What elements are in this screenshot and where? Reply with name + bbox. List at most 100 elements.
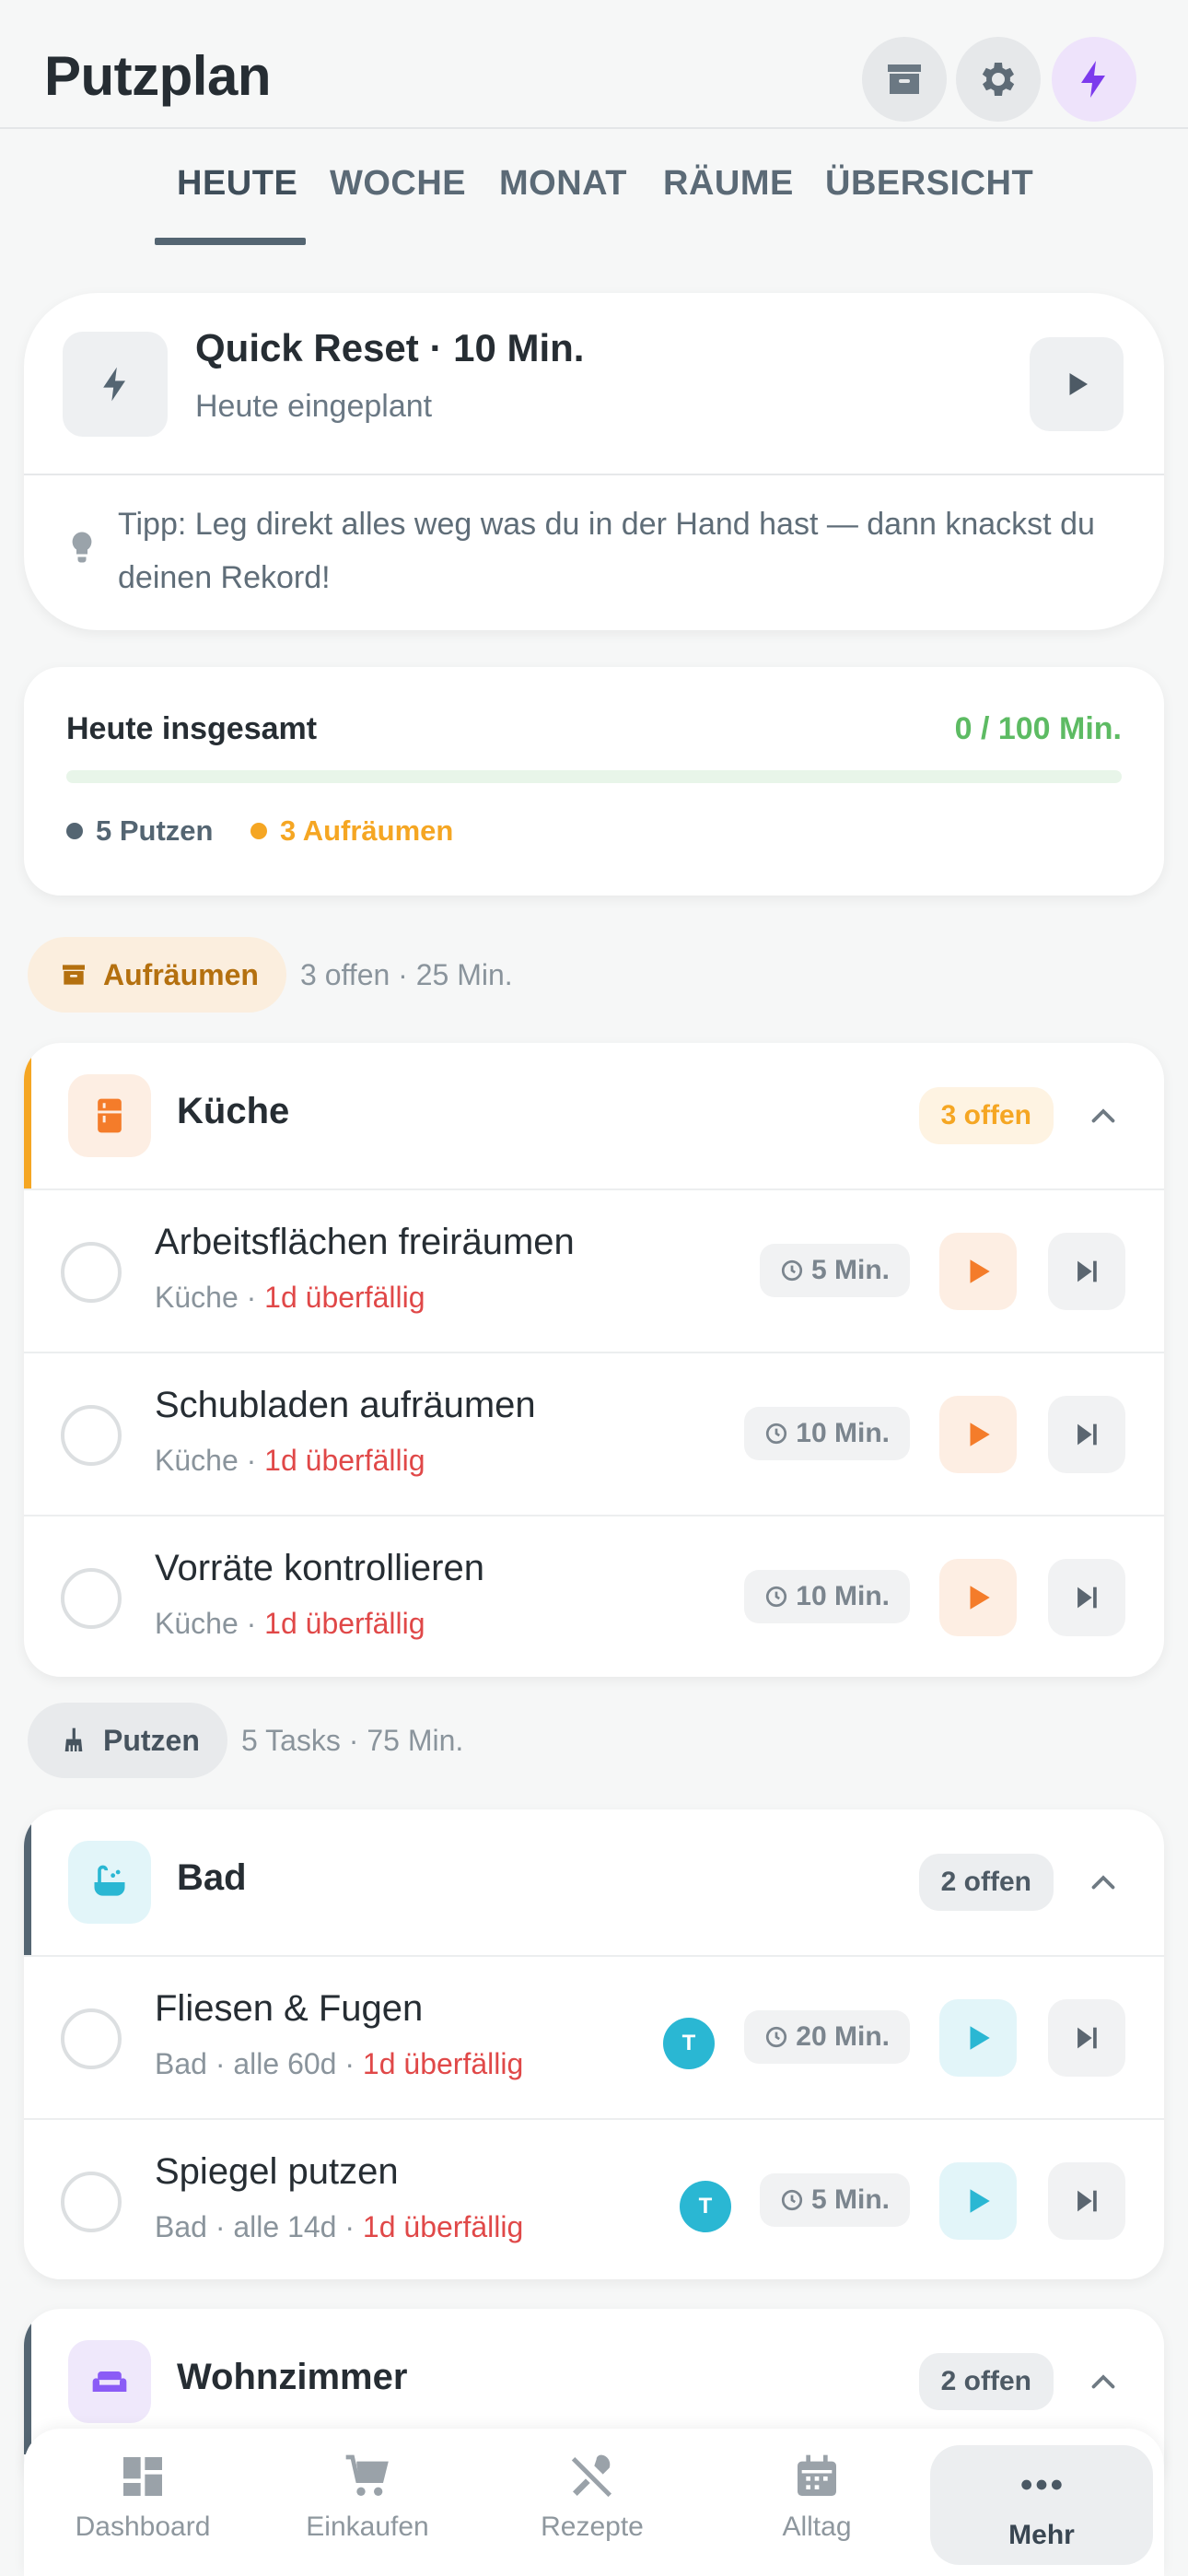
nav-label: Einkaufen — [306, 2512, 429, 2542]
open-count-badge: 3 offen — [918, 1087, 1054, 1144]
nav-alltag[interactable]: Alltag — [711, 2429, 923, 2565]
chevron-up-icon[interactable] — [1087, 1100, 1120, 1133]
play-icon — [970, 1586, 990, 1610]
tab-heute[interactable]: HEUTE — [177, 164, 297, 204]
task-play-button[interactable] — [939, 1999, 1017, 2077]
section-meta-putzen: 5 Tasks · 75 Min. — [241, 1724, 464, 1757]
skip-icon — [1077, 2190, 1097, 2212]
task-skip-button[interactable] — [1048, 1396, 1125, 1473]
assignee-avatar[interactable]: T — [680, 2181, 731, 2232]
quick-reset-header-button[interactable] — [1052, 37, 1136, 122]
settings-button[interactable] — [956, 37, 1041, 122]
play-icon — [970, 1423, 990, 1446]
task-checkbox[interactable] — [61, 2172, 122, 2232]
nav-dashboard[interactable]: Dashboard — [37, 2429, 249, 2565]
room-name: Wohnzimmer — [177, 2357, 408, 2397]
legend-aufraeumen: 3 Aufräumen — [250, 814, 453, 848]
quick-reset-title: Quick Reset · 10 Min. — [195, 326, 585, 369]
task-row: Spiegel putzen Bad · alle 14d · 1d überf… — [24, 2118, 1164, 2279]
shopping-cart-icon — [345, 2454, 389, 2496]
task-meta: Küche · 1d überfällig — [155, 1444, 425, 1477]
legend-label: 5 Putzen — [96, 814, 214, 847]
task-skip-button[interactable] — [1048, 2162, 1125, 2240]
task-row: Schubladen aufräumen Küche · 1d überfäll… — [24, 1352, 1164, 1515]
section-chip-label: Aufräumen — [103, 957, 259, 991]
task-skip-button[interactable] — [1048, 1999, 1125, 2077]
archive-icon — [63, 965, 85, 985]
tab-raeume[interactable]: RÄUME — [663, 164, 794, 204]
section-meta-aufraeumen: 3 offen · 25 Min. — [300, 958, 513, 991]
task-checkbox[interactable] — [61, 1242, 122, 1303]
skip-icon — [1077, 2027, 1097, 2049]
summary-progress-bar — [66, 770, 1122, 783]
gear-icon — [982, 63, 1015, 96]
archive-button[interactable] — [862, 37, 947, 122]
nav-einkaufen[interactable]: Einkaufen — [262, 2429, 473, 2565]
room-name: Küche — [177, 1091, 290, 1131]
clock-icon — [781, 1259, 803, 1282]
quick-reset-divider — [24, 474, 1164, 475]
quick-reset-tip: Tipp: Leg direkt alles weg was du in der… — [118, 507, 1095, 595]
lightning-icon — [1081, 61, 1105, 98]
nav-rezepte[interactable]: Rezepte — [486, 2429, 698, 2565]
task-play-button[interactable] — [939, 1396, 1017, 1473]
play-icon — [1069, 373, 1088, 395]
skip-icon — [1077, 1260, 1097, 1282]
task-play-button[interactable] — [939, 1233, 1017, 1310]
overdue-label: 1d überfällig — [264, 1444, 425, 1477]
overdue-label: 1d überfällig — [362, 2210, 524, 2243]
task-play-button[interactable] — [939, 2162, 1017, 2240]
duration-pill: 20 Min. — [744, 2010, 910, 2064]
duration-pill: 10 Min. — [744, 1570, 910, 1623]
legend-label: 3 Aufräumen — [280, 814, 454, 847]
summary-title: Heute insgesamt — [66, 711, 318, 746]
bathtub-icon — [68, 1841, 151, 1924]
tab-woche[interactable]: WOCHE — [330, 164, 466, 204]
duration-pill: 5 Min. — [759, 2173, 910, 2227]
tab-uebersicht[interactable]: ÜBERSICHT — [825, 164, 1033, 204]
play-icon — [970, 2026, 990, 2050]
task-meta: Küche · 1d überfällig — [155, 1281, 425, 1314]
fridge-icon — [68, 1074, 151, 1157]
room-card-bad: Bad 2 offen Fliesen & Fugen Bad · alle 6… — [24, 1809, 1164, 2279]
clock-icon — [766, 1586, 787, 1608]
task-skip-button[interactable] — [1048, 1559, 1125, 1636]
section-chip-putzen[interactable]: Putzen — [28, 1703, 227, 1778]
legend-dot — [66, 823, 83, 839]
task-skip-button[interactable] — [1048, 1233, 1125, 1310]
header-divider — [0, 127, 1188, 129]
nav-label: Alltag — [782, 2512, 852, 2542]
page-title: Putzplan — [44, 45, 272, 107]
task-checkbox[interactable] — [61, 1568, 122, 1629]
clock-icon — [766, 2026, 787, 2048]
clock-icon — [766, 1423, 787, 1445]
dashboard-icon — [123, 2457, 162, 2496]
duration-pill: 10 Min. — [744, 1407, 910, 1460]
assignee-avatar[interactable]: T — [663, 2018, 715, 2069]
task-checkbox[interactable] — [61, 2008, 122, 2069]
task-row: Vorräte kontrollieren Küche · 1d überfäl… — [24, 1515, 1164, 1677]
quick-reset-icon-box — [63, 332, 168, 437]
nav-mehr[interactable]: Mehr — [930, 2445, 1153, 2565]
more-dots-icon — [1021, 2479, 1062, 2490]
bottom-navigation: Dashboard Einkaufen Rezepte Alltag Mehr — [24, 2429, 1164, 2576]
quick-reset-play-button[interactable] — [1030, 337, 1124, 431]
chevron-up-icon[interactable] — [1087, 2366, 1120, 2399]
nav-label: Rezepte — [541, 2512, 644, 2542]
room-header[interactable]: Küche 3 offen — [24, 1043, 1164, 1188]
task-meta: Küche · 1d überfällig — [155, 1607, 425, 1640]
task-meta: Bad · alle 14d · 1d überfällig — [155, 2210, 524, 2243]
play-icon — [970, 2189, 990, 2213]
section-chip-aufraeumen[interactable]: Aufräumen — [28, 937, 286, 1013]
clock-icon — [781, 2189, 803, 2211]
quick-reset-subtitle: Heute eingeplant — [195, 389, 433, 424]
room-header[interactable]: Bad 2 offen — [24, 1809, 1164, 1955]
tab-monat[interactable]: MONAT — [499, 164, 627, 204]
task-checkbox[interactable] — [61, 1405, 122, 1466]
chevron-up-icon[interactable] — [1087, 1867, 1120, 1900]
active-tab-indicator — [155, 238, 306, 245]
calendar-icon — [798, 2454, 836, 2496]
nav-label: Dashboard — [75, 2512, 211, 2542]
task-play-button[interactable] — [939, 1559, 1017, 1636]
overdue-label: 1d überfällig — [264, 1281, 425, 1314]
